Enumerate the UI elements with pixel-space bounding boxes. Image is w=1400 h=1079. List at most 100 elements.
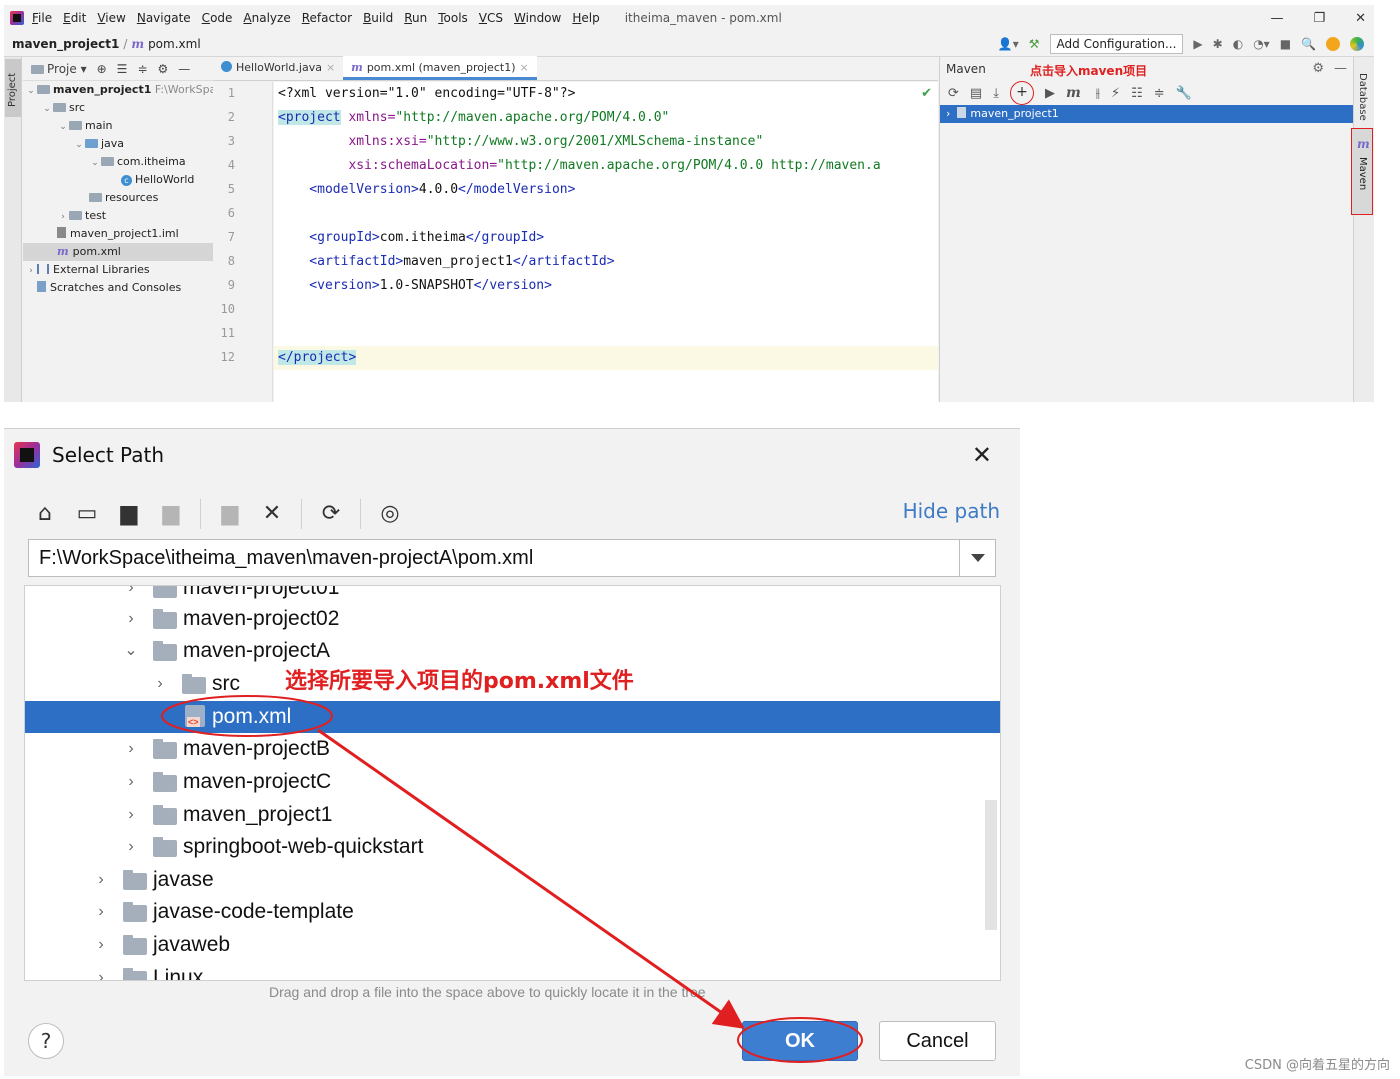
- chevron-down-icon[interactable]: ⌄: [73, 136, 85, 154]
- maven-tool-tab[interactable]: m Maven: [1351, 128, 1373, 215]
- tree-item-javase-code-template[interactable]: › javase-code-template: [25, 896, 1000, 928]
- chevron-down-icon[interactable]: [959, 540, 995, 576]
- gear-icon[interactable]: ⚙: [1312, 61, 1324, 76]
- tree-item-maven-projectc[interactable]: › maven-projectC: [25, 766, 1000, 798]
- chevron-right-icon[interactable]: ›: [946, 107, 950, 120]
- path-input[interactable]: [29, 540, 959, 576]
- menu-analyze[interactable]: Analyze: [243, 11, 290, 25]
- breadcrumb-file[interactable]: pom.xml: [148, 37, 201, 51]
- home-icon[interactable]: ⌂: [32, 501, 58, 527]
- tree-item-resources[interactable]: resources: [23, 189, 213, 207]
- desktop-icon[interactable]: ▭: [74, 501, 100, 527]
- chevron-down-icon[interactable]: ⌄: [25, 82, 37, 100]
- maven-tree-item[interactable]: › maven_project1: [940, 105, 1353, 123]
- tree-item-pom-xml[interactable]: pom.xml: [25, 701, 1000, 733]
- tree-item-test[interactable]: › test: [23, 207, 213, 225]
- menu-navigate[interactable]: Navigate: [137, 11, 191, 25]
- menu-run[interactable]: Run: [404, 11, 427, 25]
- project-view-dropdown[interactable]: Proje ▾: [31, 62, 87, 76]
- path-combobox[interactable]: [28, 539, 996, 577]
- chevron-right-icon[interactable]: ›: [123, 586, 139, 604]
- chevron-right-icon[interactable]: ›: [152, 668, 168, 700]
- add-maven-project-button[interactable]: +: [1009, 81, 1034, 105]
- menu-help[interactable]: Help: [572, 11, 599, 25]
- chevron-down-icon[interactable]: ⌄: [57, 118, 69, 136]
- tree-item-src[interactable]: ⌄ src: [23, 99, 213, 117]
- database-tool-tab[interactable]: Database: [1357, 73, 1368, 121]
- delete-icon[interactable]: ✕: [259, 501, 285, 527]
- profile-icon[interactable]: ◔▾: [1253, 37, 1270, 51]
- run-maven-icon[interactable]: ▶: [1045, 86, 1055, 101]
- help-button[interactable]: ?: [28, 1023, 64, 1059]
- tree-item-linux[interactable]: › Linux: [25, 962, 1000, 980]
- run-icon[interactable]: ▶: [1193, 37, 1202, 51]
- cancel-button[interactable]: Cancel: [879, 1021, 996, 1061]
- menu-edit[interactable]: Edit: [63, 11, 86, 25]
- chevron-right-icon[interactable]: ›: [93, 896, 109, 928]
- breadcrumb-project[interactable]: maven_project1: [12, 37, 119, 51]
- tree-item-iml[interactable]: maven_project1.iml: [23, 225, 213, 243]
- menu-window[interactable]: Window: [514, 11, 561, 25]
- chevron-right-icon[interactable]: ›: [93, 929, 109, 961]
- coverage-icon[interactable]: ◐: [1233, 37, 1243, 51]
- chevron-right-icon[interactable]: ›: [25, 262, 37, 280]
- tab-pom-xml[interactable]: m pom.xml (maven_project1) ×: [343, 56, 537, 80]
- chevron-down-icon[interactable]: ⌄: [41, 100, 53, 118]
- tree-item-com-itheima[interactable]: ⌄ com.itheima: [23, 153, 213, 171]
- code-editor[interactable]: ✔ <?xml version="1.0" encoding="UTF-8"?>…: [274, 82, 938, 402]
- build-hammer-icon[interactable]: ⚒: [1029, 37, 1040, 51]
- chevron-right-icon[interactable]: ›: [123, 799, 139, 831]
- user-icon[interactable]: 👤▾: [998, 37, 1019, 51]
- menu-code[interactable]: Code: [202, 11, 233, 25]
- chevron-right-icon[interactable]: ›: [123, 603, 139, 635]
- tree-item-scratches[interactable]: Scratches and Consoles: [23, 279, 213, 297]
- tree-item-java[interactable]: ⌄ java: [23, 135, 213, 153]
- tree-item-maven-project01[interactable]: › maven-project01: [25, 586, 1000, 604]
- update-icon[interactable]: [1326, 37, 1340, 51]
- add-configuration-button[interactable]: Add Configuration...: [1049, 34, 1184, 54]
- close-tab-icon[interactable]: ×: [326, 61, 335, 74]
- show-hidden-icon[interactable]: ◎: [377, 501, 403, 527]
- menu-tools[interactable]: Tools: [438, 11, 468, 25]
- reload-icon[interactable]: ⟳: [948, 86, 959, 101]
- chevron-right-icon[interactable]: ›: [123, 766, 139, 798]
- skip-tests-icon[interactable]: ⚡: [1111, 86, 1120, 101]
- execute-goal-icon[interactable]: m: [1066, 85, 1081, 101]
- close-icon[interactable]: ✕: [1355, 11, 1366, 26]
- close-icon[interactable]: ✕: [972, 441, 992, 469]
- expand-all-icon[interactable]: ☰: [117, 62, 128, 76]
- chevron-down-icon[interactable]: ⌄: [89, 154, 101, 172]
- menu-build[interactable]: Build: [363, 11, 393, 25]
- tree-scrollbar[interactable]: [985, 800, 997, 930]
- tree-item-maven-projectb[interactable]: › maven-projectB: [25, 733, 1000, 765]
- close-tab-icon[interactable]: ×: [519, 61, 528, 74]
- ok-button[interactable]: OK: [742, 1021, 858, 1061]
- hide-panel-icon[interactable]: —: [178, 62, 190, 76]
- new-folder-icon[interactable]: ▆: [217, 501, 243, 527]
- tree-item-external-libraries[interactable]: › External Libraries: [23, 261, 213, 279]
- collapse-all-icon[interactable]: ≑: [137, 62, 147, 76]
- menu-refactor[interactable]: Refactor: [302, 11, 352, 25]
- collapse-all-icon[interactable]: ≑: [1154, 86, 1165, 101]
- tree-item-springboot-web-quickstart[interactable]: › springboot-web-quickstart: [25, 831, 1000, 863]
- tree-item-pom-xml[interactable]: m pom.xml: [23, 243, 213, 261]
- chevron-right-icon[interactable]: ›: [93, 962, 109, 980]
- chevron-right-icon[interactable]: ›: [123, 733, 139, 765]
- show-dependencies-icon[interactable]: ☷: [1131, 86, 1143, 101]
- chevron-right-icon[interactable]: ›: [57, 208, 69, 226]
- restore-icon[interactable]: ❐: [1313, 11, 1325, 26]
- module-folder-icon[interactable]: ▆: [158, 501, 184, 527]
- locate-icon[interactable]: ⊕: [97, 62, 107, 76]
- menu-view[interactable]: View: [97, 11, 125, 25]
- hide-panel-icon[interactable]: —: [1334, 61, 1347, 76]
- tab-helloworld-java[interactable]: HelloWorld.java ×: [213, 56, 343, 80]
- gear-icon[interactable]: ⚙: [158, 62, 169, 76]
- generate-sources-icon[interactable]: ▤: [970, 86, 982, 101]
- menu-file[interactable]: File: [32, 11, 52, 25]
- tree-item-maven-project1[interactable]: › maven_project1: [25, 799, 1000, 831]
- tree-item-javaweb[interactable]: › javaweb: [25, 929, 1000, 961]
- search-icon[interactable]: 🔍: [1301, 37, 1316, 51]
- minimize-icon[interactable]: —: [1270, 11, 1283, 26]
- stop-icon[interactable]: ■: [1280, 37, 1291, 51]
- menu-vcs[interactable]: VCS: [479, 11, 503, 25]
